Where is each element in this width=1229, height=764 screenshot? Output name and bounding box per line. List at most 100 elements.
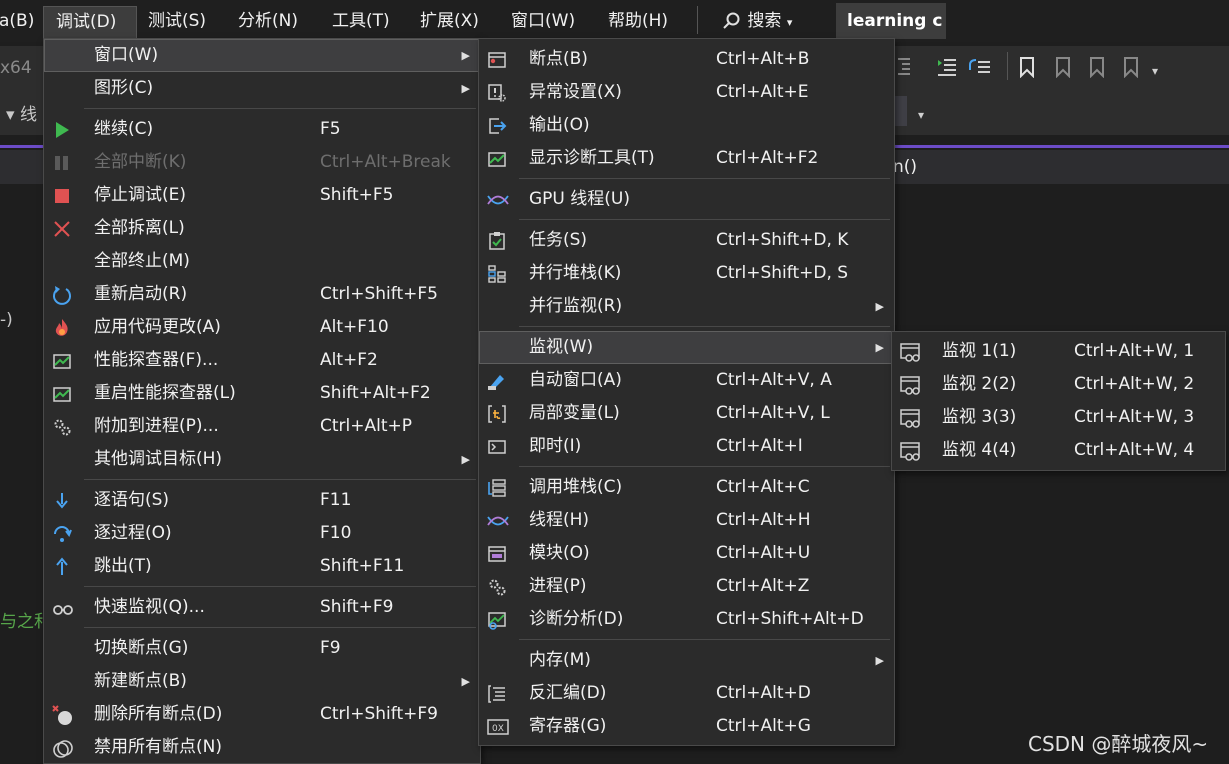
toolbar-separator	[1007, 52, 1008, 80]
svg-text:0X: 0X	[492, 724, 504, 734]
menu-item-call-stack[interactable]: 调用堆栈(C) Ctrl+Alt+C	[479, 471, 894, 504]
menu-item-breakpoints-window[interactable]: 断点(B) Ctrl+Alt+B	[479, 43, 894, 76]
menu-item-autos[interactable]: 自动窗口(A) Ctrl+Alt+V, A	[479, 364, 894, 397]
menu-item-break-all[interactable]: 全部中断(K) Ctrl+Alt+Break	[44, 146, 480, 179]
disable-breakpoints-icon	[52, 738, 73, 758]
parallel-stacks-icon	[487, 264, 507, 284]
immediate-icon	[487, 437, 507, 457]
menu-item-diagnostic-analysis[interactable]: 诊断分析(D) Ctrl+Shift+Alt+D	[479, 603, 894, 636]
watch-window-icon	[900, 408, 920, 428]
diagnostic-analysis-icon	[487, 610, 507, 630]
menubar-separator	[697, 6, 698, 34]
prev-bookmark-icon[interactable]	[1052, 56, 1072, 78]
menu-item-registers[interactable]: 0X 寄存器(G) Ctrl+Alt+G	[479, 710, 894, 743]
menu-item-graphics[interactable]: 图形(C) ▶	[44, 72, 480, 105]
step-over-icon	[52, 524, 72, 544]
delete-breakpoints-icon	[52, 705, 72, 725]
menu-item-stop-debugging[interactable]: 停止调试(E) Shift+F5	[44, 179, 480, 212]
menu-tools[interactable]: 工具(T)	[326, 7, 396, 35]
toolbar-overflow-icon-2[interactable]: ▾	[918, 108, 924, 122]
locals-icon	[487, 404, 507, 424]
menu-item-threads[interactable]: 线程(H) Ctrl+Alt+H	[479, 504, 894, 537]
menu-item-locals[interactable]: 局部变量(L) Ctrl+Alt+V, L	[479, 397, 894, 430]
detach-icon	[52, 219, 72, 239]
menu-item-parallel-watch[interactable]: 并行监视(R) ▶	[479, 290, 894, 323]
comment-lines-icon[interactable]	[936, 56, 958, 78]
code-fragment: -)	[0, 310, 13, 330]
watch-window-icon	[900, 375, 920, 395]
menu-item-new-breakpoint[interactable]: 新建断点(B) ▶	[44, 665, 480, 698]
menu-item-detach-all[interactable]: 全部拆离(L)	[44, 212, 480, 245]
menu-item-relaunch-profiler[interactable]: 重启性能探查器(L) Shift+Alt+F2	[44, 377, 480, 410]
uncomment-lines-icon[interactable]	[968, 56, 992, 78]
debug-menu: 窗口(W) ▶ 图形(C) ▶ 继续(C) F5 全部中断(K) Ctrl+Al…	[43, 38, 481, 764]
menu-analyze[interactable]: 分析(N)	[232, 7, 304, 35]
menu-separator	[519, 639, 890, 640]
menu-separator	[519, 326, 890, 327]
menu-window[interactable]: 窗口(W)	[505, 7, 581, 35]
menu-item-watch-3[interactable]: 监视 3(3) Ctrl+Alt+W, 3	[892, 401, 1225, 434]
bookmark-icon[interactable]	[1019, 56, 1035, 78]
menu-separator	[84, 586, 476, 587]
menu-item-step-over[interactable]: 逐过程(O) F10	[44, 517, 480, 550]
menu-item-watch-1[interactable]: 监视 1(1) Ctrl+Alt+W, 1	[892, 335, 1225, 368]
menu-item-terminate-all[interactable]: 全部终止(M)	[44, 245, 480, 278]
exception-settings-icon	[487, 83, 507, 103]
search-button[interactable]: 搜索 ▾	[716, 7, 798, 35]
menu-item-other-debug-targets[interactable]: 其他调试目标(H) ▶	[44, 443, 480, 476]
menu-build[interactable]: a(B)	[0, 7, 40, 35]
modules-icon	[487, 544, 507, 564]
threads-icon	[487, 511, 509, 531]
menu-item-restart[interactable]: 重新启动(R) Ctrl+Shift+F5	[44, 278, 480, 311]
menu-item-parallel-stacks[interactable]: 并行堆栈(K) Ctrl+Shift+D, S	[479, 257, 894, 290]
pause-icon	[52, 153, 72, 173]
watch-window-icon	[900, 342, 920, 362]
thread-label: ▾ 线	[6, 105, 37, 125]
menu-item-attach-to-process[interactable]: 附加到进程(P)... Ctrl+Alt+P	[44, 410, 480, 443]
menu-item-gpu-threads[interactable]: GPU 线程(U)	[479, 183, 894, 216]
next-bookmark-icon[interactable]	[1086, 56, 1106, 78]
profiler-icon	[52, 384, 72, 404]
menu-item-performance-profiler[interactable]: 性能探查器(F)... Alt+F2	[44, 344, 480, 377]
menu-item-watch-4[interactable]: 监视 4(4) Ctrl+Alt+W, 4	[892, 434, 1225, 467]
menu-item-step-out[interactable]: 跳出(T) Shift+F11	[44, 550, 480, 583]
menu-item-diagnostic-tools[interactable]: 显示诊断工具(T) Ctrl+Alt+F2	[479, 142, 894, 175]
menu-separator	[519, 219, 890, 220]
clear-bookmarks-icon[interactable]	[1120, 56, 1140, 78]
menu-item-continue[interactable]: 继续(C) F5	[44, 113, 480, 146]
threads-icon	[487, 190, 509, 210]
menu-item-quick-watch[interactable]: 快速监视(Q)... Shift+F9	[44, 591, 480, 624]
menu-item-output[interactable]: 输出(O)	[479, 109, 894, 142]
menu-item-apply-code-changes[interactable]: 应用代码更改(A) Alt+F10	[44, 311, 480, 344]
menu-extensions[interactable]: 扩展(X)	[414, 7, 485, 35]
menu-help[interactable]: 帮助(H)	[602, 7, 674, 35]
menu-item-processes[interactable]: 进程(P) Ctrl+Alt+Z	[479, 570, 894, 603]
menu-separator	[84, 627, 476, 628]
menu-item-watch[interactable]: 监视(W) ▶	[479, 331, 894, 364]
dropdown-button[interactable]	[893, 96, 907, 126]
profiler-icon	[52, 351, 72, 371]
menu-item-modules[interactable]: 模块(O) Ctrl+Alt+U	[479, 537, 894, 570]
menu-item-disassembly[interactable]: 反汇编(D) Ctrl+Alt+D	[479, 677, 894, 710]
toolbar-overflow-icon[interactable]: ▾	[1152, 64, 1158, 78]
menu-item-watch-2[interactable]: 监视 2(2) Ctrl+Alt+W, 2	[892, 368, 1225, 401]
menu-item-immediate[interactable]: 即时(I) Ctrl+Alt+I	[479, 430, 894, 463]
menu-item-step-into[interactable]: 逐语句(S) F11	[44, 484, 480, 517]
windows-submenu: 断点(B) Ctrl+Alt+B 异常设置(X) Ctrl+Alt+E 输出(O…	[478, 38, 895, 746]
gears-icon	[52, 417, 72, 437]
menu-separator	[519, 178, 890, 179]
function-dropdown[interactable]: n()	[893, 157, 917, 177]
menu-item-windows[interactable]: 窗口(W) ▶	[44, 39, 480, 72]
disassembly-icon	[487, 684, 507, 704]
solution-name-tab[interactable]: learning c	[836, 3, 946, 39]
menu-item-toggle-breakpoint[interactable]: 切换断点(G) F9	[44, 632, 480, 665]
menu-item-exception-settings[interactable]: 异常设置(X) Ctrl+Alt+E	[479, 76, 894, 109]
platform-dropdown[interactable]: x64	[0, 58, 32, 78]
indent-icon[interactable]	[896, 56, 912, 78]
menu-item-tasks[interactable]: 任务(S) Ctrl+Shift+D, K	[479, 224, 894, 257]
menu-separator	[84, 108, 476, 109]
menu-test[interactable]: 测试(S)	[142, 7, 212, 35]
menu-item-disable-all-breakpoints[interactable]: 禁用所有断点(N)	[44, 731, 480, 764]
menu-item-delete-all-breakpoints[interactable]: 删除所有断点(D) Ctrl+Shift+F9	[44, 698, 480, 731]
menu-item-memory[interactable]: 内存(M) ▶	[479, 644, 894, 677]
